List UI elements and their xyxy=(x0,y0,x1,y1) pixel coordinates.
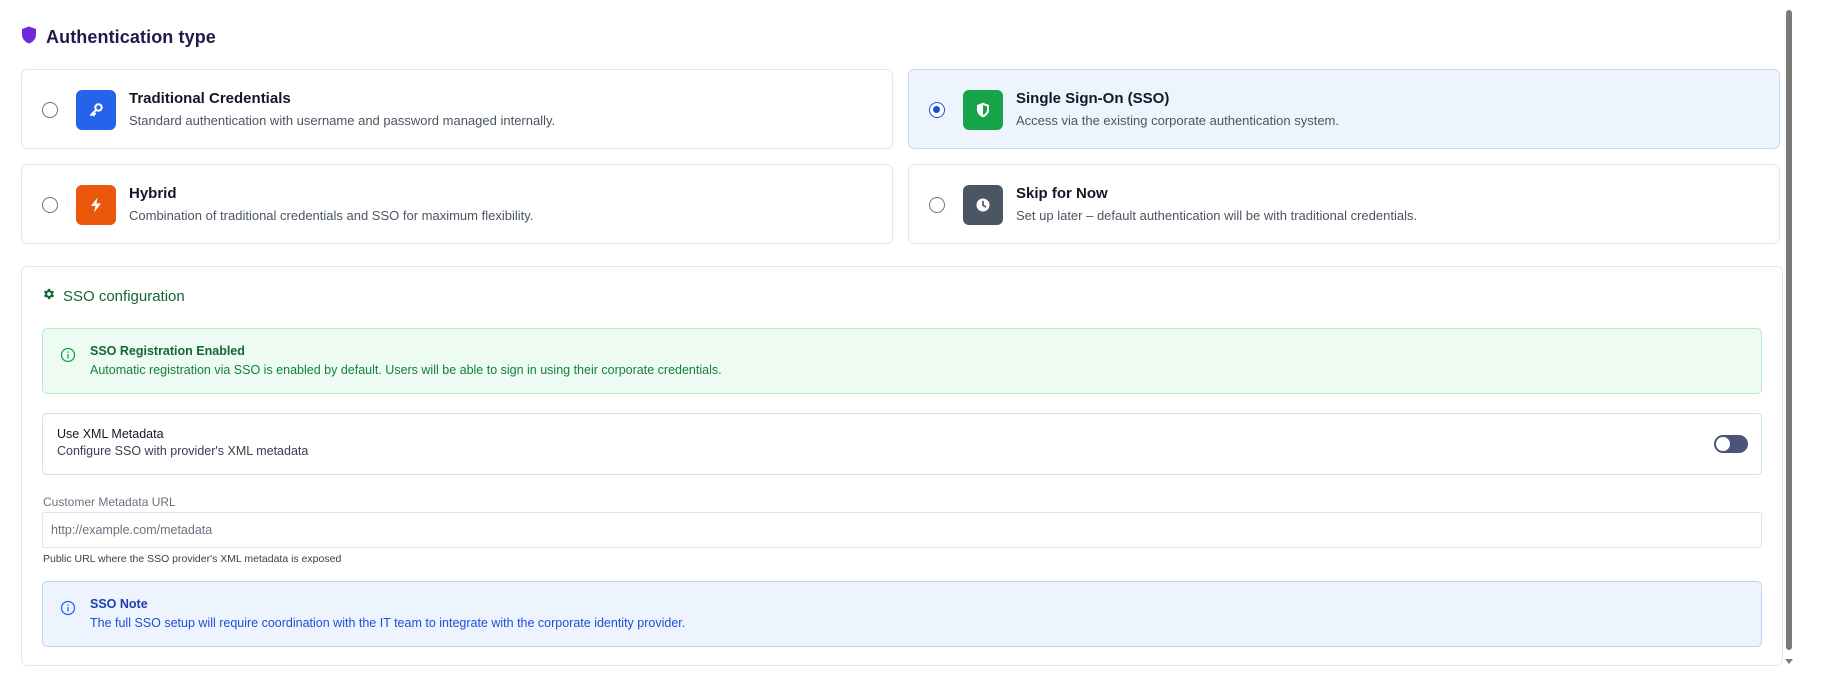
toggle-knob xyxy=(1716,437,1730,451)
xml-metadata-description: Configure SSO with provider's XML metada… xyxy=(57,444,309,458)
auth-option-sso[interactable]: Single Sign-On (SSO) Access via the exis… xyxy=(908,69,1780,149)
option-description: Set up later – default authentication wi… xyxy=(1016,208,1418,223)
note-title: SSO Note xyxy=(90,597,148,611)
xml-metadata-title: Use XML Metadata xyxy=(57,427,164,441)
info-icon xyxy=(60,600,76,621)
option-title: Hybrid xyxy=(129,185,177,202)
alert-title: SSO Registration Enabled xyxy=(90,344,245,358)
alert-text: Automatic registration via SSO is enable… xyxy=(90,363,722,377)
section-header: Authentication type xyxy=(21,26,216,49)
clock-icon xyxy=(963,185,1003,225)
auth-option-skip[interactable]: Skip for Now Set up later – default auth… xyxy=(908,164,1780,244)
sso-note-alert: SSO Note The full SSO setup will require… xyxy=(42,581,1762,647)
section-title: Authentication type xyxy=(46,27,216,47)
scrollbar-thumb[interactable] xyxy=(1786,10,1792,650)
sso-registration-alert: SSO Registration Enabled Automatic regis… xyxy=(42,328,1762,394)
option-description: Standard authentication with username an… xyxy=(129,113,556,128)
option-description: Access via the existing corporate authen… xyxy=(1016,113,1339,128)
scroll-down-arrow-icon[interactable] xyxy=(1783,654,1795,664)
radio-sso[interactable] xyxy=(929,102,945,118)
radio-hybrid[interactable] xyxy=(42,197,58,213)
option-description: Combination of traditional credentials a… xyxy=(129,208,534,223)
shield-icon xyxy=(963,90,1003,130)
xml-metadata-toggle[interactable] xyxy=(1714,435,1748,453)
key-icon xyxy=(76,90,116,130)
note-text: The full SSO setup will require coordina… xyxy=(90,616,686,630)
metadata-url-input[interactable] xyxy=(42,512,1762,548)
metadata-url-help: Public URL where the SSO provider's XML … xyxy=(43,553,342,565)
metadata-url-label: Customer Metadata URL xyxy=(43,495,176,509)
xml-metadata-setting: Use XML Metadata Configure SSO with prov… xyxy=(42,413,1762,475)
option-title: Single Sign-On (SSO) xyxy=(1016,90,1170,107)
radio-skip[interactable] xyxy=(929,197,945,213)
shield-icon xyxy=(21,26,37,49)
bolt-icon xyxy=(76,185,116,225)
info-icon xyxy=(60,347,76,368)
auth-settings-page: Authentication type Traditional Credenti… xyxy=(0,0,1844,696)
sso-configuration-title: SSO configuration xyxy=(63,288,185,305)
auth-option-hybrid[interactable]: Hybrid Combination of traditional creden… xyxy=(21,164,893,244)
radio-traditional[interactable] xyxy=(42,102,58,118)
gear-icon xyxy=(42,287,56,306)
sso-configuration-header: SSO configuration xyxy=(42,287,185,306)
option-title: Traditional Credentials xyxy=(129,90,291,107)
option-title: Skip for Now xyxy=(1016,185,1108,202)
sso-configuration-panel: SSO configuration SSO Registration Enabl… xyxy=(21,266,1783,666)
auth-option-traditional[interactable]: Traditional Credentials Standard authent… xyxy=(21,69,893,149)
